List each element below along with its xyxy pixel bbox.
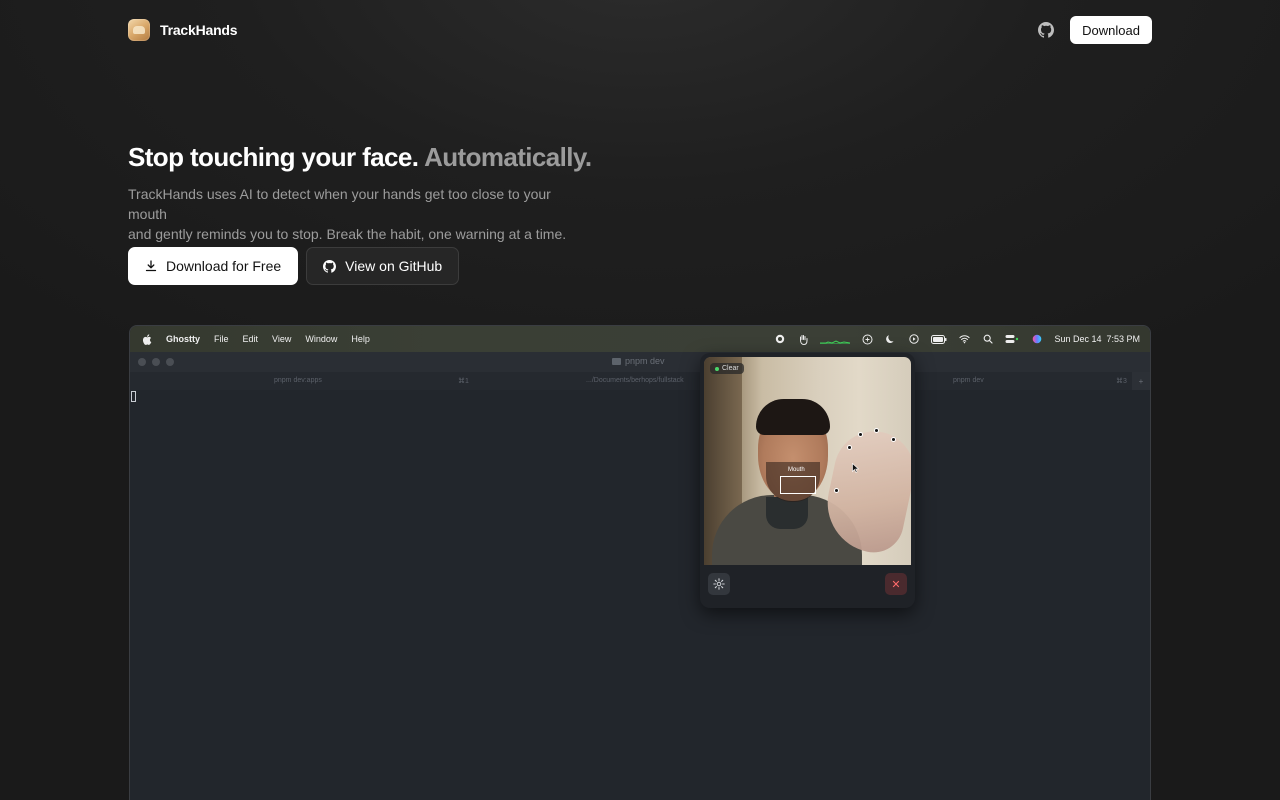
brain-icon [862,334,873,345]
terminal-tab-3-shortcut: ⌘3 [1116,378,1127,385]
new-tab-button[interactable]: + [1132,372,1150,390]
download-free-button[interactable]: Download for Free [128,247,299,285]
close-overlay-button[interactable]: ✕ [885,573,907,595]
menubar-clock: Sun Dec 14 7:53 PM [1054,334,1140,344]
github-icon[interactable] [1038,22,1055,38]
menubar-status-items: Sun Dec 14 7:53 PM [774,334,1140,345]
github-icon [323,259,337,273]
nav-download-button[interactable]: Download [1070,16,1152,44]
nav-actions: Download [1038,16,1152,44]
subtitle-line-2: and gently reminds you to stop. Break th… [128,226,567,242]
hand-landmark [848,446,851,449]
wifi-icon [959,334,971,345]
hand-landmark [835,489,838,492]
view-github-label: View on GitHub [345,258,443,274]
overlay-controls: ✕ [704,565,911,603]
terminal-titlebar: pnpm dev [130,352,1150,372]
siri-icon [1031,334,1042,345]
settings-button[interactable] [708,573,730,595]
camera-preview: Clear Mouth [704,357,911,565]
terminal-tab-bar: pnpm dev:apps ⌘1 .../Documents/berhops/f… [130,372,1150,390]
hand-landmark [892,438,895,441]
headline-accent: Automatically. [424,142,592,172]
menubar-help: Help [351,334,370,344]
gear-icon [713,578,725,590]
apple-icon [142,333,152,345]
hero-headline: Stop touching your face. Automatically. [128,142,728,172]
terminal-title: pnpm dev [612,356,665,366]
record-icon [774,334,785,345]
menubar-left: Ghostty File Edit View Window Help [142,333,370,345]
person-collar [766,497,808,529]
hero-subtitle: TrackHands uses AI to detect when your h… [128,184,588,244]
menubar-app-name: Ghostty [166,334,201,344]
hero-section: Stop touching your face. Automatically. … [128,142,728,244]
mouth-detection-box [780,476,816,494]
mac-menubar: Ghostty File Edit View Window Help Sun D… [130,326,1150,352]
folder-icon [612,357,621,365]
terminal-tab-1-shortcut: ⌘1 [458,378,469,385]
hand-icon [797,334,808,345]
terminal-cursor [131,391,136,402]
mouse-pointer-icon [852,463,859,473]
mouth-label: Mouth [788,467,805,473]
top-nav: TrackHands Download [128,16,1152,44]
brand-link[interactable]: TrackHands [128,19,238,41]
terminal-tab-3[interactable]: pnpm dev [953,377,984,384]
menubar-edit: Edit [242,334,259,344]
search-icon [982,334,993,345]
trackhands-overlay[interactable]: Clear Mouth ✕ [700,353,915,608]
download-icon [145,260,157,272]
menubar-window: Window [305,334,338,344]
window-controls [138,358,174,366]
moon-icon [885,334,896,345]
view-github-button[interactable]: View on GitHub [306,247,460,285]
close-window-button[interactable] [138,358,146,366]
control-center-icon [1005,334,1019,345]
activity-graph-icon [820,340,851,344]
headline-main: Stop touching your face. [128,142,419,172]
hero-cta-group: Download for Free View on GitHub [128,247,460,285]
menubar-file: File [214,334,229,344]
status-text: Clear [722,365,739,372]
person-hair [756,399,830,435]
status-badge: Clear [710,363,744,374]
play-icon [908,334,919,345]
zoom-window-button[interactable] [166,358,174,366]
subtitle-line-1: TrackHands uses AI to detect when your h… [128,186,551,222]
terminal-title-text: pnpm dev [625,356,665,366]
hand-landmark [859,433,862,436]
product-screenshot: Ghostty File Edit View Window Help Sun D… [129,325,1151,800]
hand-landmark [875,429,878,432]
battery-icon [931,334,947,345]
brand-name: TrackHands [160,22,238,38]
minimize-window-button[interactable] [152,358,160,366]
download-free-label: Download for Free [166,258,282,274]
terminal-tab-1[interactable]: pnpm dev:apps [274,377,322,384]
status-dot-icon [715,366,719,371]
app-logo-icon [128,19,150,41]
menubar-view: View [272,334,292,344]
terminal-tab-2[interactable]: .../Documents/berhops/fullstack [586,377,684,384]
